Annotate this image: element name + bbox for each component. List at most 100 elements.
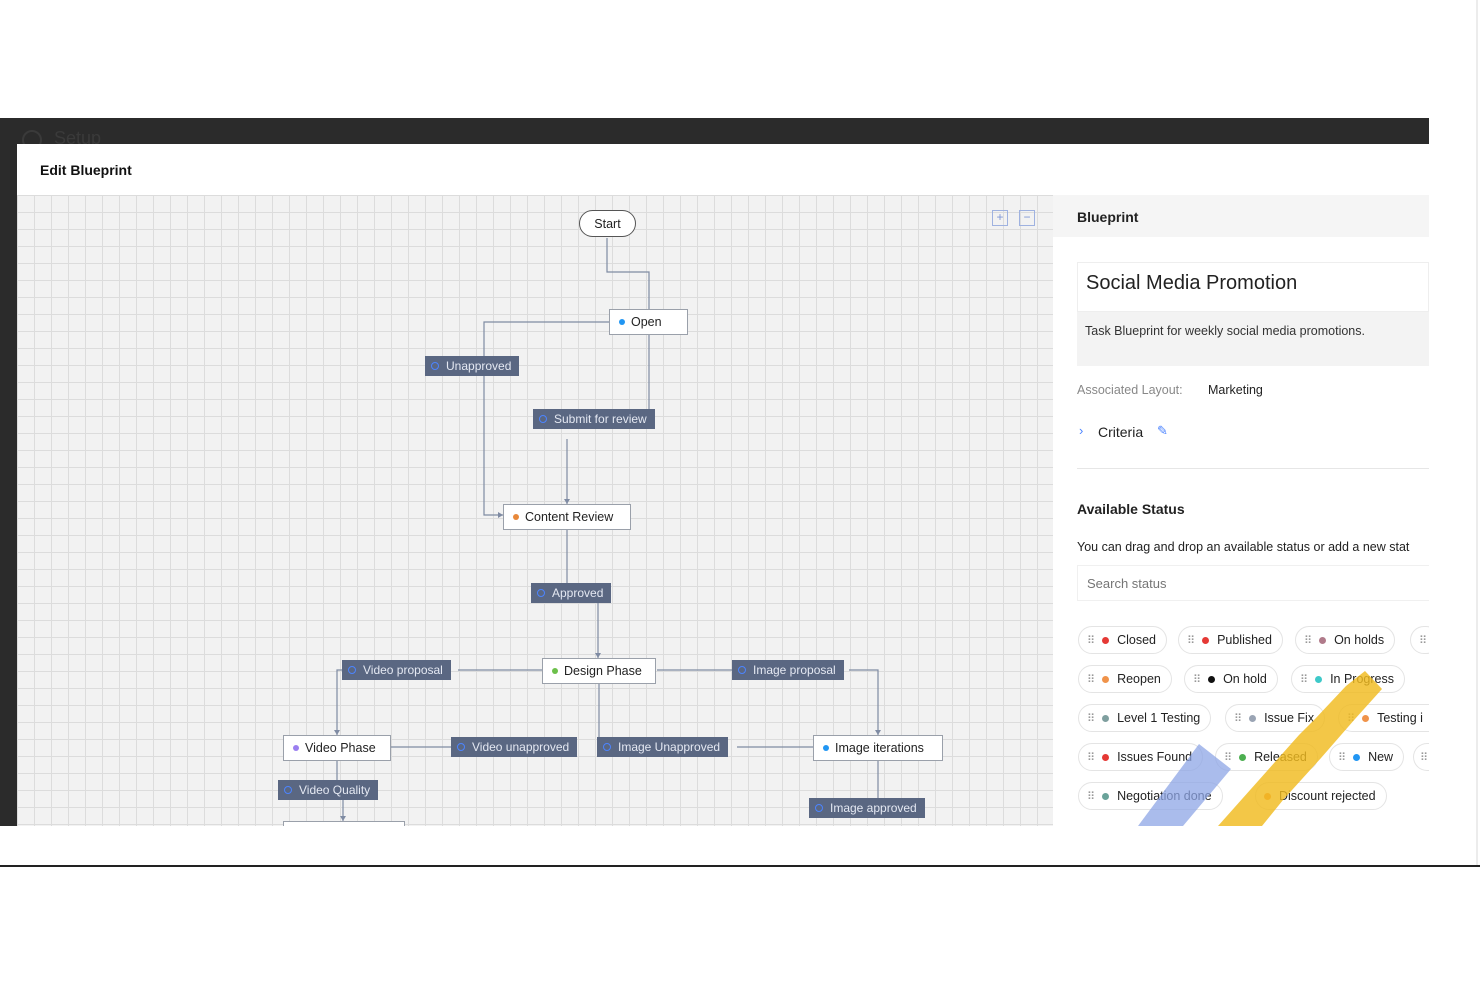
status-chip[interactable]: Discount rejected (1255, 782, 1387, 810)
status-chip-label: Reopen (1117, 672, 1161, 686)
transition-ring-icon (738, 666, 746, 674)
edit-blueprint-title: Edit Blueprint (40, 162, 132, 178)
transition-ring-icon (284, 786, 292, 794)
drag-handle-icon[interactable]: ⠿ (1193, 673, 1201, 686)
transition-image-unapproved[interactable]: Image Unapproved (597, 737, 729, 757)
status-dot (552, 668, 558, 674)
associated-layout-value: Marketing (1208, 383, 1263, 397)
drag-handle-icon[interactable]: ⠿ (1300, 673, 1308, 686)
node-partial[interactable] (283, 821, 405, 826)
blueprint-description-field[interactable]: Task Blueprint for weekly social media p… (1077, 312, 1429, 366)
search-status-input[interactable] (1077, 565, 1429, 601)
status-dot (1315, 675, 1323, 683)
drag-handle-icon[interactable]: ⠿ (1187, 634, 1195, 647)
setup-title-bar: Setup (0, 118, 1429, 150)
status-chip[interactable]: ⠿ Closed (1078, 626, 1167, 654)
blueprint-name-field[interactable]: Social Media Promotion (1077, 262, 1429, 312)
transition-submit-for-review[interactable]: Submit for review (533, 409, 655, 429)
zoom-out-button[interactable]: − (1019, 210, 1035, 226)
connector-imageproposal-imageiterations (849, 669, 879, 735)
status-chip[interactable]: ⠿ Published (1178, 626, 1283, 654)
transition-label: Image approved (830, 801, 917, 815)
available-status-hint: You can drag and drop an available statu… (1077, 540, 1410, 554)
node-content-review[interactable]: Content Review (503, 504, 631, 530)
node-label: Start (594, 216, 621, 231)
status-chip-partial[interactable]: ⠿ (1410, 626, 1429, 654)
status-chip-label: Issue Fix (1264, 711, 1315, 725)
status-dot (1362, 714, 1370, 722)
status-chip-label: On holds (1334, 633, 1385, 647)
status-chip[interactable]: ⠿ Testing i (1338, 704, 1429, 732)
status-dot (1249, 714, 1257, 722)
drag-handle-icon[interactable]: ⠿ (1087, 790, 1095, 803)
node-design-phase[interactable]: Design Phase (542, 658, 656, 684)
status-dot (1264, 792, 1271, 800)
status-chip-partial[interactable]: ⠿ (1413, 743, 1429, 771)
drag-handle-icon[interactable]: ⠿ (1347, 712, 1355, 725)
divider (1077, 468, 1429, 469)
status-chip[interactable]: ⠿ Issues Found (1078, 743, 1204, 771)
drag-handle-icon[interactable]: ⠿ (1304, 634, 1312, 647)
criteria-toggle[interactable]: Criteria (1098, 424, 1143, 440)
panel-header: Edit Blueprint (17, 144, 1429, 195)
node-open[interactable]: Open (609, 309, 688, 335)
status-chip[interactable]: ⠿ In Progress (1291, 665, 1405, 693)
transition-unapproved[interactable]: Unapproved (425, 356, 520, 376)
status-chip[interactable]: ⠿ Negotiation done (1078, 782, 1223, 810)
status-chip[interactable]: ⠿ Reopen (1078, 665, 1172, 693)
status-dot (1102, 636, 1110, 644)
drag-handle-icon[interactable]: ⠿ (1224, 751, 1232, 764)
status-chip[interactable]: ⠿ New (1329, 743, 1405, 771)
setup-window: Setup Edit Blueprint + − Start Open Cont… (0, 118, 1429, 826)
status-chip-label: On hold (1223, 672, 1267, 686)
transition-label: Video proposal (363, 663, 443, 677)
node-start[interactable]: Start (579, 210, 636, 237)
transition-ring-icon (348, 666, 356, 674)
pencil-icon[interactable]: ✎ (1157, 423, 1168, 439)
transition-video-proposal[interactable]: Video proposal (342, 660, 451, 680)
transition-ring-icon (603, 743, 611, 751)
transition-approved[interactable]: Approved (531, 583, 612, 603)
drag-handle-icon[interactable]: ⠿ (1087, 634, 1095, 647)
node-video-phase[interactable]: Video Phase (283, 735, 391, 761)
status-chip[interactable]: ⠿ On holds (1295, 626, 1396, 654)
blueprint-sidebar: Blueprint Social Media Promotion Task Bl… (1053, 195, 1429, 826)
transition-ring-icon (539, 415, 547, 423)
sidebar-header: Blueprint (1053, 195, 1429, 237)
status-dot (513, 514, 519, 520)
drag-handle-icon[interactable]: ⠿ (1087, 751, 1095, 764)
node-image-iterations[interactable]: Image iterations (813, 735, 943, 761)
blueprint-canvas[interactable]: + − Start Open Content Review Design Pha… (17, 195, 1053, 826)
status-chip-label: New (1368, 750, 1394, 764)
node-label: Content Review (525, 510, 614, 524)
status-dot (1239, 753, 1247, 761)
status-chip[interactable]: ⠿ Level 1 Testing (1078, 704, 1212, 732)
transition-ring-icon (431, 362, 439, 370)
transition-video-quality[interactable]: Video Quality (278, 780, 379, 800)
transition-video-unapproved[interactable]: Video unapproved (451, 737, 578, 757)
status-dot (1102, 792, 1110, 800)
zoom-in-button[interactable]: + (992, 210, 1008, 226)
drag-handle-icon[interactable]: ⠿ (1087, 712, 1095, 725)
status-dot (619, 319, 625, 325)
drag-handle-icon[interactable]: ⠿ (1087, 673, 1095, 686)
status-chip[interactable]: ⠿ On hold (1184, 665, 1278, 693)
drag-handle-icon[interactable]: ⠿ (1338, 751, 1346, 764)
drag-handle-icon[interactable]: ⠿ (1420, 751, 1428, 764)
status-chip-label: Discount rejected (1279, 789, 1376, 803)
transition-label: Approved (552, 586, 604, 600)
transition-ring-icon (537, 589, 545, 597)
transition-ring-icon (815, 804, 823, 812)
drag-handle-icon[interactable]: ⠿ (1234, 712, 1242, 725)
transition-label: Submit for review (554, 412, 647, 426)
status-dot (1102, 753, 1110, 761)
status-chip[interactable]: ⠿ Issue Fix (1225, 704, 1326, 732)
transition-image-approved[interactable]: Image approved (809, 798, 925, 818)
status-dot (1102, 714, 1110, 722)
transition-image-proposal[interactable]: Image proposal (732, 660, 844, 680)
chevron-right-icon[interactable]: › (1079, 423, 1083, 438)
associated-layout-label: Associated Layout: (1077, 383, 1183, 397)
drag-handle-icon[interactable]: ⠿ (1419, 634, 1427, 647)
status-chip[interactable]: ⠿ Released (1215, 743, 1318, 771)
status-chip-label: Released (1254, 750, 1307, 764)
